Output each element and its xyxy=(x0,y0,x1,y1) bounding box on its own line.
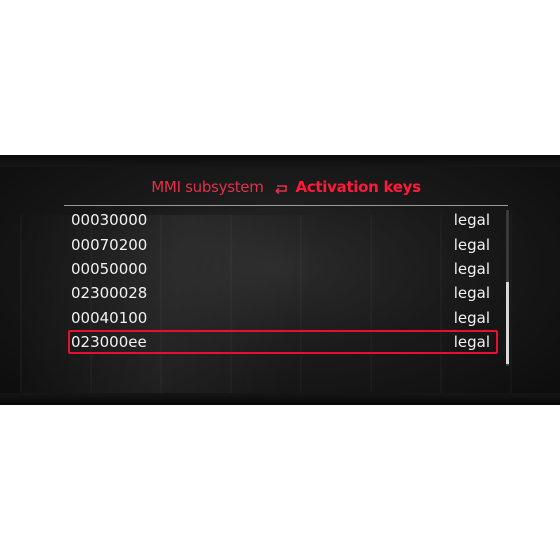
key-code: 00050000 xyxy=(71,259,148,278)
key-status: legal xyxy=(453,333,490,352)
key-code: 00040100 xyxy=(71,308,148,327)
list-item[interactable]: 00070200 legal xyxy=(68,232,498,256)
display-bezel-top xyxy=(0,155,560,167)
header-divider xyxy=(64,205,508,206)
page-title: Activation keys xyxy=(295,178,421,196)
list-item[interactable]: 00030000 legal xyxy=(68,208,498,232)
list-item-selected[interactable]: 023000ee legal xyxy=(68,329,498,355)
mmi-screen: MMI subsystem Activation keys 00030000 l… xyxy=(58,172,514,368)
key-status: legal xyxy=(453,308,490,327)
back-arrow-icon[interactable] xyxy=(273,181,289,195)
key-code: 02300028 xyxy=(71,284,148,303)
key-status: legal xyxy=(453,284,490,303)
key-status: legal xyxy=(453,235,490,254)
display-bezel-bottom xyxy=(0,393,560,405)
breadcrumb-parent[interactable]: MMI subsystem xyxy=(151,178,264,196)
list-item[interactable]: 00040100 legal xyxy=(68,306,498,330)
list-item[interactable]: 00050000 legal xyxy=(68,257,498,281)
key-code: 023000ee xyxy=(71,333,147,352)
scrollbar-thumb[interactable] xyxy=(506,282,509,364)
key-code: 00030000 xyxy=(71,211,148,230)
mmi-display-photo: MMI subsystem Activation keys 00030000 l… xyxy=(0,155,560,405)
list-item[interactable]: 02300028 legal xyxy=(68,281,498,305)
activation-keys-list: 00030000 legal 00070200 legal 00050000 l… xyxy=(68,208,498,355)
breadcrumb: MMI subsystem Activation keys xyxy=(58,172,514,202)
key-code: 00070200 xyxy=(71,235,148,254)
key-status: legal xyxy=(453,211,490,230)
key-status: legal xyxy=(453,259,490,278)
